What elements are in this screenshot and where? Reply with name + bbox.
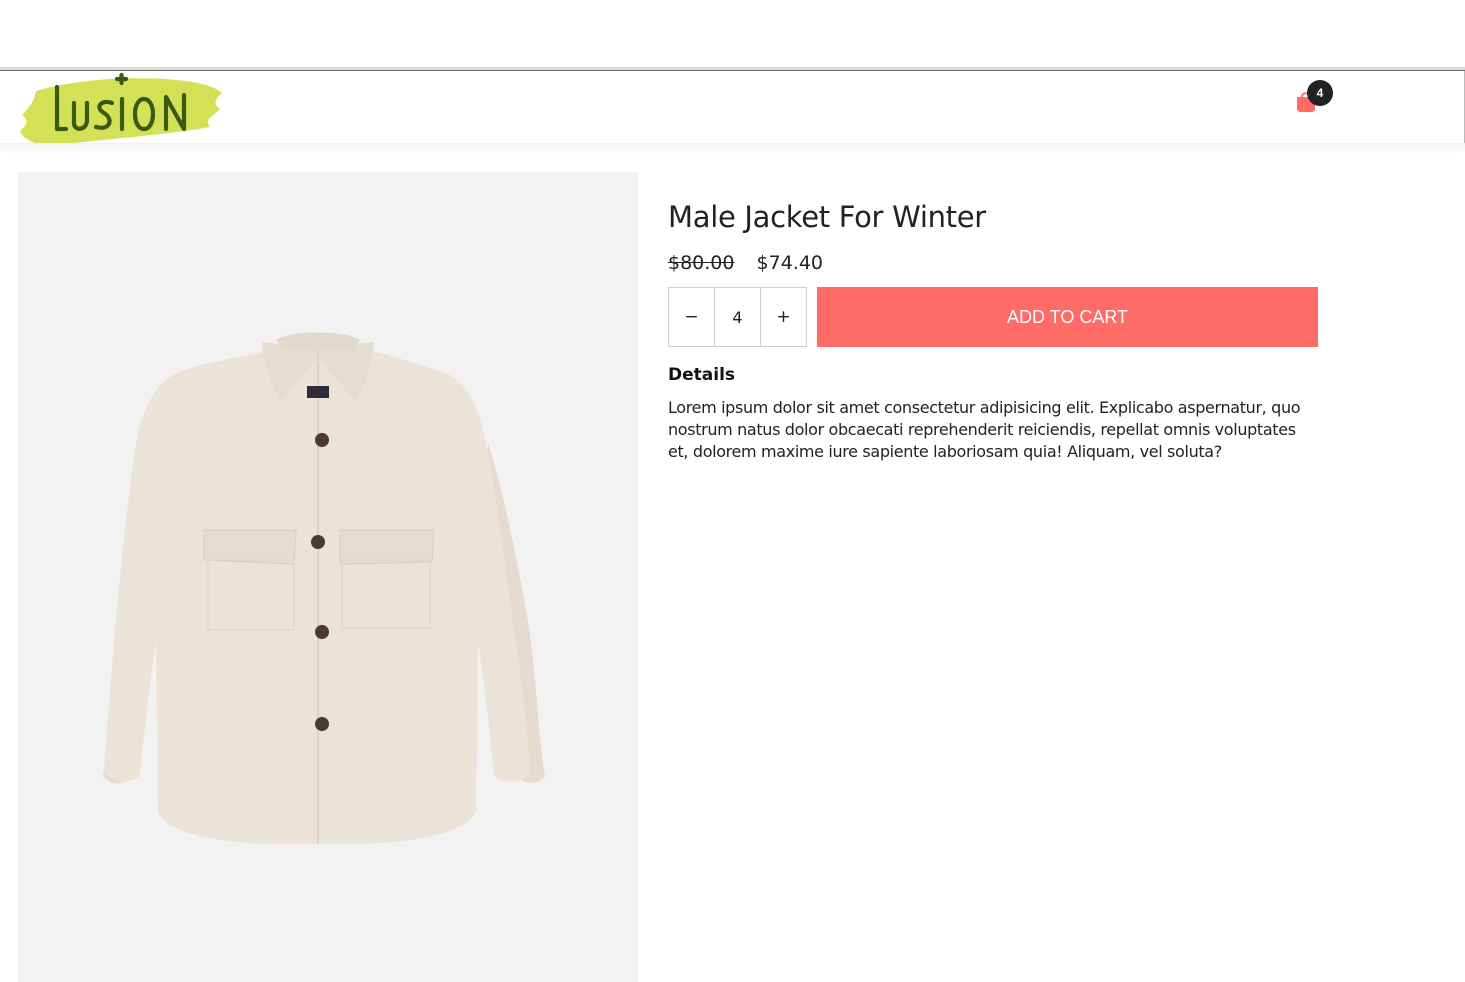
logo-lettering bbox=[54, 72, 187, 132]
add-to-cart-button[interactable]: ADD TO CART bbox=[817, 287, 1318, 347]
cart-controls: − + ADD TO CART bbox=[668, 287, 1318, 347]
navbar: 4 bbox=[0, 71, 1465, 146]
product-image bbox=[18, 172, 638, 982]
increment-button[interactable]: + bbox=[761, 288, 806, 346]
product-info: Male Jacket For Winter $80.00 $74.40 − +… bbox=[668, 200, 1318, 461]
header-shadow bbox=[0, 143, 1465, 155]
quantity-stepper: − + bbox=[668, 287, 807, 347]
cart-button[interactable]: 4 bbox=[1290, 77, 1338, 117]
old-price: $80.00 bbox=[668, 252, 735, 274]
quantity-input[interactable] bbox=[714, 288, 761, 346]
logo[interactable] bbox=[16, 69, 226, 149]
cart-count-badge: 4 bbox=[1307, 80, 1333, 106]
details-text: Lorem ipsum dolor sit amet consectetur a… bbox=[668, 398, 1301, 461]
details-heading: Details bbox=[668, 365, 736, 385]
jacket-illustration bbox=[103, 332, 545, 845]
product-title: Male Jacket For Winter bbox=[668, 200, 986, 234]
decrement-button[interactable]: − bbox=[669, 288, 714, 346]
sale-price: $74.40 bbox=[756, 252, 824, 274]
price-row: $80.00 $74.40 bbox=[668, 252, 1318, 274]
